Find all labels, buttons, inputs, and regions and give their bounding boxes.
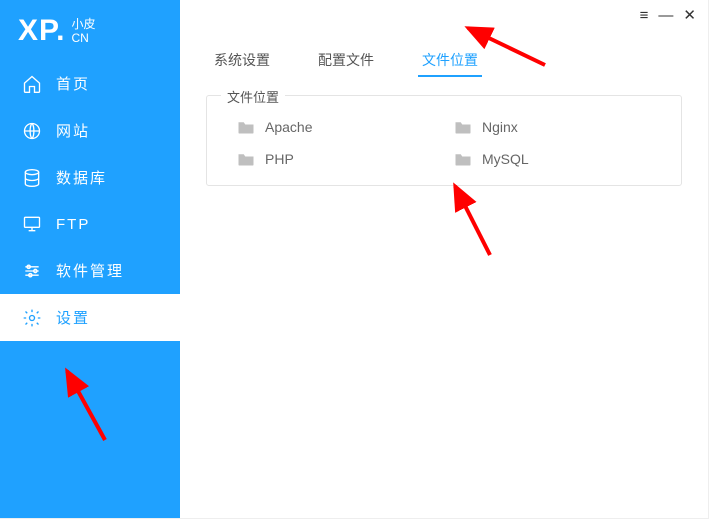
ftp-icon — [22, 214, 42, 234]
sidebar-item-label: 首页 — [56, 73, 90, 94]
tab-system-settings[interactable]: 系统设置 — [210, 44, 274, 76]
sidebar-item-website[interactable]: 网站 — [0, 107, 180, 154]
panel-title: 文件位置 — [221, 87, 285, 106]
folder-php[interactable]: PHP — [237, 151, 434, 167]
folder-label: Nginx — [482, 119, 518, 135]
folder-label: MySQL — [482, 151, 529, 167]
tab-file-locations[interactable]: 文件位置 — [418, 44, 482, 76]
sidebar-item-label: FTP — [56, 216, 90, 233]
folder-apache[interactable]: Apache — [237, 119, 434, 135]
folder-icon — [454, 152, 472, 166]
app-window: XP. 小皮CN 首页 网站 数据库 FTP — [0, 0, 709, 519]
main-panel: ≡ — ✕ 系统设置 配置文件 文件位置 文件位置 Apache Nginx — [180, 0, 708, 518]
sidebar-item-home[interactable]: 首页 — [0, 60, 180, 107]
folder-icon — [237, 120, 255, 134]
sidebar-item-ftp[interactable]: FTP — [0, 201, 180, 247]
folder-label: PHP — [265, 151, 294, 167]
sidebar-item-software[interactable]: 软件管理 — [0, 247, 180, 294]
logo-text: XP. — [18, 14, 66, 48]
home-icon — [22, 74, 42, 94]
sidebar: XP. 小皮CN 首页 网站 数据库 FTP — [0, 0, 180, 518]
sidebar-item-label: 设置 — [56, 307, 90, 328]
file-locations-panel: 文件位置 Apache Nginx PHP MySQL — [206, 95, 682, 186]
sliders-icon — [22, 261, 42, 281]
tabs: 系统设置 配置文件 文件位置 — [180, 0, 708, 77]
globe-icon — [22, 121, 42, 141]
minimize-button[interactable]: — — [658, 8, 673, 23]
window-controls: ≡ — ✕ — [640, 8, 696, 23]
folder-icon — [454, 120, 472, 134]
logo-subtext: 小皮CN — [72, 17, 96, 46]
folder-label: Apache — [265, 119, 312, 135]
nav: 首页 网站 数据库 FTP 软件管理 设置 — [0, 60, 180, 518]
folder-grid: Apache Nginx PHP MySQL — [207, 115, 681, 167]
logo: XP. 小皮CN — [0, 0, 180, 60]
close-button[interactable]: ✕ — [683, 8, 696, 23]
sidebar-item-label: 网站 — [56, 120, 90, 141]
database-icon — [22, 168, 42, 188]
folder-nginx[interactable]: Nginx — [454, 119, 651, 135]
sidebar-item-label: 软件管理 — [56, 260, 124, 281]
gear-icon — [22, 308, 42, 328]
folder-icon — [237, 152, 255, 166]
sidebar-item-database[interactable]: 数据库 — [0, 154, 180, 201]
tab-config-files[interactable]: 配置文件 — [314, 44, 378, 76]
menu-button[interactable]: ≡ — [640, 8, 649, 23]
sidebar-item-settings[interactable]: 设置 — [0, 294, 180, 341]
folder-mysql[interactable]: MySQL — [454, 151, 651, 167]
sidebar-item-label: 数据库 — [56, 167, 107, 188]
